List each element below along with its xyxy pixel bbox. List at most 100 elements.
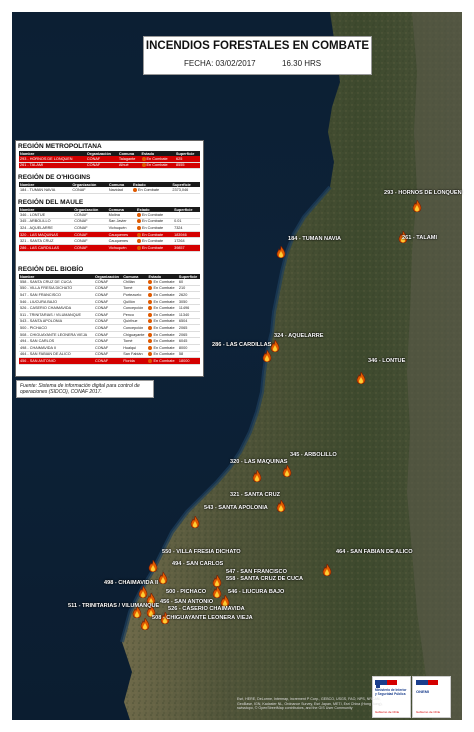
table-cell: 2065 (177, 324, 200, 332)
fire-label: 345 - ARBOLILLO (290, 452, 337, 458)
map-copyright: Esri, HERE, DeLorme, Intermap, increment… (237, 697, 383, 710)
fire-label: 558 - SANTA CRUZ DE CUCA (226, 576, 304, 582)
fire-status-icon (141, 163, 146, 168)
column-header: Superficie (177, 274, 200, 279)
fire-icon[interactable] (262, 350, 272, 362)
fire-icon[interactable] (276, 500, 286, 512)
fire-label: 543 - SANTA APOLONIA (204, 505, 268, 511)
ministry-logo-text: Ministerio de Interior y Seguridad Públi… (375, 688, 407, 696)
fire-label: 498 - CHAIMAVIDA II (104, 580, 159, 586)
fire-label: 456 - SAN ANTONIO (160, 599, 214, 605)
fire-status-icon (136, 219, 141, 224)
table-cell: En Combate (147, 357, 178, 365)
table-cell: Concepción (122, 324, 148, 332)
table-cell: Florida (122, 357, 148, 365)
table-cell: Vichuquén (107, 224, 136, 232)
region-table: Nombre Organización Comuna Estado Superficie… (19, 182, 200, 194)
table-row: 321 - SANTA CRUZ CONAF Cauquenes En Combate… (19, 237, 200, 245)
onemi-logo-text: ONEMI (416, 689, 430, 694)
table-cell: 456 - SAN ANTONIO (19, 357, 94, 365)
table-cell: CONAF (93, 298, 123, 306)
map-frame: INCENDIOS FORESTALES EN COMBATE FECHA: 0… (0, 0, 474, 732)
table-cell: CONAF (73, 237, 108, 245)
fire-icon[interactable] (252, 470, 262, 482)
table-cell: 320 - LAS MAQUINAS (19, 231, 74, 239)
fire-icon[interactable] (412, 200, 422, 212)
table-row: 546 - LIUCURA BAJO CONAF Quillón En Combate… (19, 298, 200, 306)
table-cell: 2065 (177, 331, 200, 339)
status-text: En Combate (153, 312, 175, 317)
table-row: 547 - SAN FRANCISCO CONAF Portezuelo En Com… (19, 291, 200, 299)
table-row: 500 - PICHACO CONAF Concepción En Combate 20… (19, 324, 200, 332)
fire-label: 293 - HORNOS DE LONQUEN (384, 190, 462, 196)
table-cell: CONAF (73, 224, 108, 232)
status-text: En Combate (153, 339, 175, 344)
fire-icon[interactable] (158, 572, 168, 584)
fire-status-icon (148, 299, 153, 304)
fire-status-icon (148, 312, 153, 317)
table-cell: 498 - CHAIMAVIDA II (19, 344, 94, 352)
status-text: En Combate (153, 319, 175, 324)
status-text: En Combate (141, 212, 164, 217)
fire-status-icon (141, 156, 146, 161)
table-cell: En Combate (140, 162, 175, 170)
fire-icon[interactable] (140, 618, 150, 630)
map-title-box: INCENDIOS FORESTALES EN COMBATE FECHA: 0… (143, 36, 372, 75)
table-cell: 0.01 (173, 218, 200, 226)
table-cell: CONAF (93, 291, 123, 299)
fire-icon[interactable] (356, 372, 366, 384)
table-cell: CONAF (93, 318, 123, 326)
table-cell: San Javier (107, 218, 136, 226)
status-text: En Combate (153, 292, 175, 297)
fire-icon[interactable] (190, 516, 200, 528)
table-cell: 261 - TALAMI (19, 162, 86, 170)
fire-icon[interactable] (322, 564, 332, 576)
table-cell: Penco (122, 311, 148, 319)
fire-label: 324 - AQUELARRE (274, 333, 324, 339)
fire-status-icon (148, 279, 153, 284)
map-hour: 16.30 HRS (282, 59, 322, 68)
table-cell: CONAF (93, 285, 123, 293)
fire-icon[interactable] (282, 465, 292, 477)
table-cell: 7324 (173, 224, 200, 232)
table-row: 550 - VILLA FRESIA DICHATO CONAF Tomé En Co… (19, 285, 200, 293)
fire-status-icon (133, 187, 137, 192)
onemi-logo-sub: Gobierno de Chile (416, 710, 441, 714)
fire-status-icon (148, 345, 153, 350)
status-text: En Combate (141, 239, 164, 244)
fire-legend-panel: REGIÓN METROPOLITANA Nombre Organización Co… (15, 140, 204, 377)
table-cell: Tomé (122, 337, 148, 345)
table-cell: Cauquenes (107, 237, 136, 245)
region-heading: REGIÓN DEL MAULE (18, 199, 84, 206)
table-cell: San Fabián (122, 351, 148, 359)
table-row: 464 - SAN FABIAN DE ALICO CONAF San Fabián… (19, 351, 200, 359)
table-cell: 58 (177, 351, 200, 359)
region-table: Nombre Organización Comuna Estado Superficie… (19, 151, 200, 170)
status-text: En Combate (153, 286, 175, 291)
table-cell: 546 - LIUCURA BAJO (19, 298, 94, 306)
table-cell: En Combate (135, 231, 174, 239)
region-table: Nombre Organización Comuna Estado Superficie… (19, 207, 200, 252)
fire-icon[interactable] (148, 560, 158, 572)
status-text: En Combate (141, 245, 164, 250)
table-cell: Portezuelo (122, 291, 148, 299)
table-cell: 3050 (177, 298, 200, 306)
table-cell: 286 - LAS CARDILLAS (19, 244, 74, 252)
table-cell: En Combate (147, 337, 178, 345)
table-row: 494 - SAN CARLOS CONAF Tomé En Combate 6045 (19, 337, 200, 345)
table-cell: En Combate (135, 218, 174, 226)
table-cell: 39857 (173, 244, 200, 252)
table-cell: Tomé (122, 285, 148, 293)
fire-label: 261 - TALAMI (402, 235, 438, 241)
table-cell: 526 - CASERIO CHAIMAVIDA (19, 304, 94, 312)
fire-icon[interactable] (276, 246, 286, 258)
table-cell: Concepción (122, 304, 148, 312)
table-cell: 6504 (177, 318, 200, 326)
table-cell: 550 - VILLA FRESIA DICHATO (19, 285, 94, 293)
table-cell: Navidad (107, 187, 132, 194)
table-cell: En Combate (135, 244, 174, 252)
fire-label: 508 - CHIGUAYANTE LEONERA VIEJA (152, 615, 253, 621)
fire-label: 511 - TRINITARIAS / VILUMANQUE (68, 603, 160, 609)
table-cell: En Combate (147, 298, 178, 306)
table-row: 456 - SAN ANTONIO CONAF Florida En Combate 1… (19, 357, 200, 365)
